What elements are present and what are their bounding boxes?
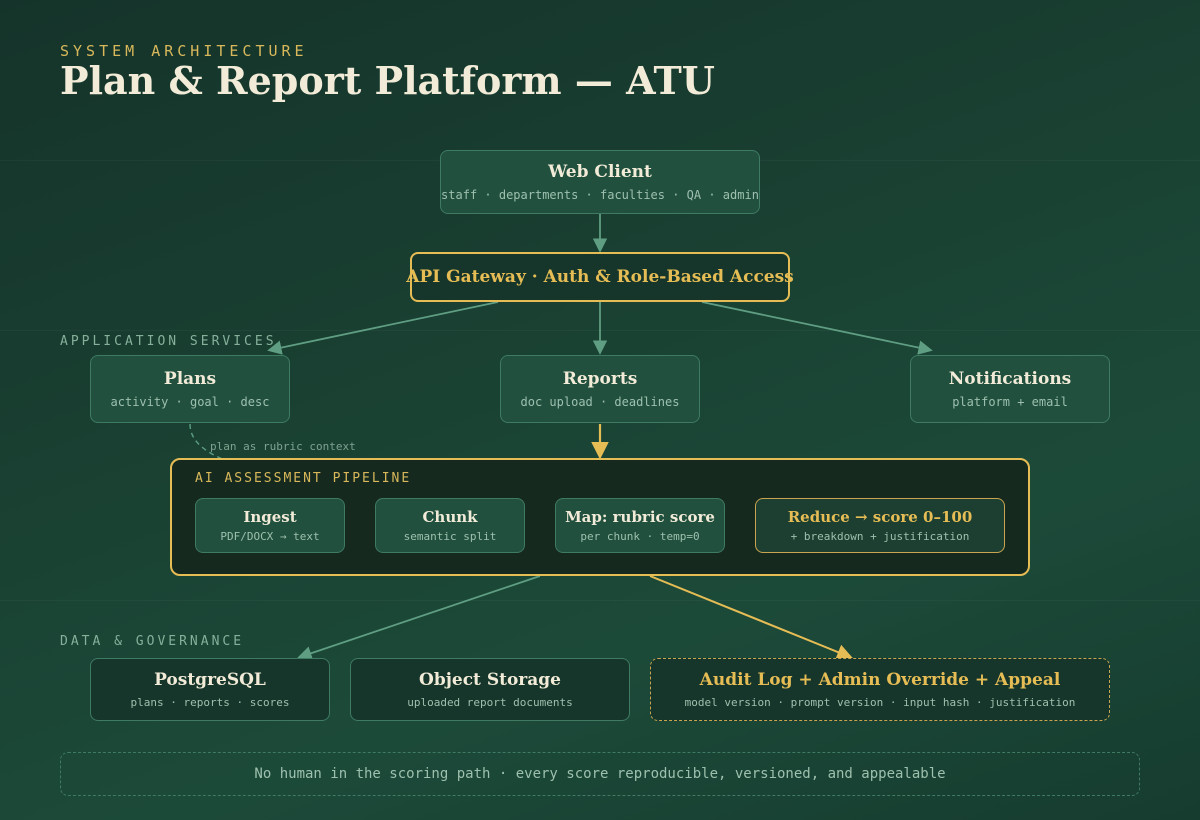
api-gateway-title: API Gateway · Auth & Role-Based Access	[406, 267, 794, 287]
edge-gateway-notifications	[701, 301, 933, 355]
postgres-subtitle: plans · reports · scores	[130, 696, 290, 709]
web-client-title: Web Client	[548, 162, 652, 182]
object-storage-title: Object Storage	[419, 670, 561, 690]
web-client-subtitle: staff · departments · faculties · QA · a…	[441, 188, 759, 202]
object-storage-node: Object Storage uploaded report documents	[350, 658, 630, 721]
notifications-subtitle: platform + email	[952, 395, 1068, 409]
notifications-service-node: Notifications platform + email	[910, 355, 1110, 423]
map-subtitle: per chunk · temp=0	[580, 530, 700, 543]
edge-pipeline-audit	[649, 575, 853, 660]
ingest-title: Ingest	[243, 508, 297, 526]
notifications-title: Notifications	[948, 369, 1072, 389]
plans-service-node: Plans activity · goal · desc	[90, 355, 290, 423]
ingest-subtitle: PDF/DOCX → text	[220, 530, 320, 543]
reports-service-node: Reports doc upload · deadlines	[500, 355, 700, 423]
ai-pipeline-label: AI ASSESSMENT PIPELINE	[195, 471, 412, 486]
audit-log-title: Audit Log + Admin Override + Appeal	[699, 670, 1061, 690]
map-title: Map: rubric score	[565, 508, 715, 526]
section-label-application: APPLICATION SERVICES	[60, 334, 277, 349]
map-stage-node: Map: rubric score per chunk · temp=0	[555, 498, 725, 553]
edge-pipeline-postgres	[297, 575, 541, 661]
reduce-subtitle: + breakdown + justification	[790, 530, 970, 543]
section-label-data: DATA & GOVERNANCE	[60, 634, 245, 649]
reduce-title: Reduce → score 0–100	[787, 508, 973, 526]
postgres-title: PostgreSQL	[154, 670, 266, 690]
audit-log-subtitle: model version · prompt version · input h…	[684, 696, 1076, 709]
chunk-subtitle: semantic split	[403, 530, 497, 543]
postgres-node: PostgreSQL plans · reports · scores	[90, 658, 330, 721]
context-edge-label: plan as rubric context	[210, 440, 356, 453]
reports-subtitle: doc upload · deadlines	[520, 395, 680, 409]
chunk-title: Chunk	[422, 508, 478, 526]
api-gateway-node: API Gateway · Auth & Role-Based Access	[406, 252, 794, 302]
footer-note: No human in the scoring path · every sco…	[60, 752, 1140, 796]
ingest-stage-node: Ingest PDF/DOCX → text	[195, 498, 345, 553]
edge-gateway-plans	[267, 301, 499, 355]
plans-subtitle: activity · goal · desc	[110, 395, 270, 409]
reports-title: Reports	[562, 369, 638, 389]
audit-log-node: Audit Log + Admin Override + Appeal mode…	[650, 658, 1110, 721]
object-storage-subtitle: uploaded report documents	[407, 696, 573, 709]
chunk-stage-node: Chunk semantic split	[375, 498, 525, 553]
plans-title: Plans	[163, 369, 217, 389]
reduce-stage-node: Reduce → score 0–100 + breakdown + justi…	[755, 498, 1005, 553]
web-client-node: Web Client staff · departments · faculti…	[440, 150, 760, 214]
